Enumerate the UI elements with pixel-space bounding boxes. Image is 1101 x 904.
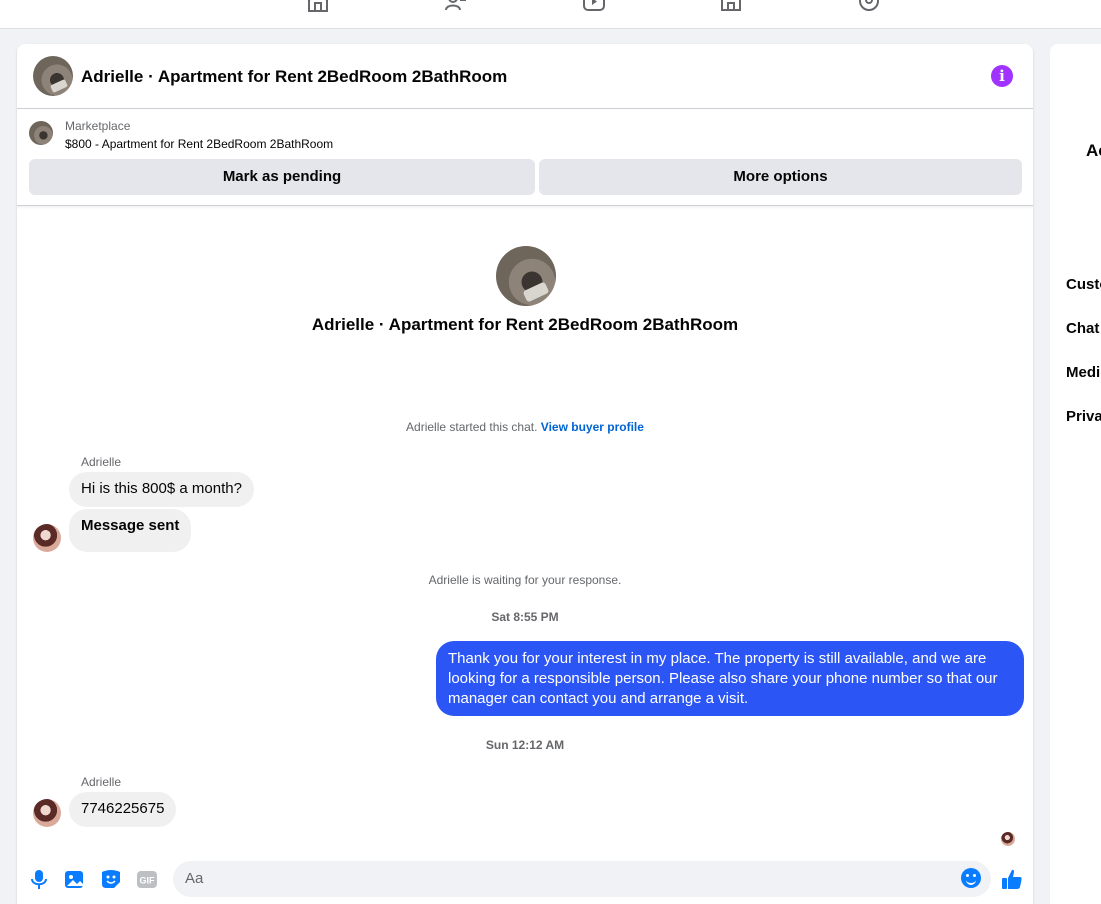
timestamp: Sat 8:55 PM — [491, 610, 559, 624]
friends-icon[interactable] — [444, 0, 468, 12]
marketplace-icon[interactable] — [719, 0, 743, 12]
read-receipt-avatar — [1001, 832, 1015, 846]
conversation-header: Adrielle · Apartment for Rent 2BedRoom 2… — [17, 44, 1033, 109]
sender-name: Adrielle — [81, 775, 122, 789]
groups-icon[interactable] — [857, 0, 881, 12]
emoji-icon[interactable] — [961, 868, 981, 888]
privacy-support-item[interactable]: Priva — [1066, 408, 1101, 425]
top-navigation — [0, 0, 1101, 29]
info-icon[interactable]: i — [991, 65, 1013, 87]
conversation-panel: Adrielle · Apartment for Rent 2BedRoom 2… — [17, 44, 1033, 904]
incoming-message[interactable]: Hi is this 800$ a month? — [69, 472, 254, 507]
chat-started-text: Adrielle started this chat. — [406, 420, 538, 434]
customize-chat-item[interactable]: Custo — [1066, 276, 1101, 293]
conversation-title[interactable]: Adrielle · Apartment for Rent 2BedRoom 2… — [81, 67, 507, 87]
home-icon[interactable] — [306, 0, 330, 12]
more-options-button[interactable]: More options — [539, 159, 1022, 195]
incoming-message[interactable]: 7746225675 — [69, 792, 177, 827]
svg-text:GIF: GIF — [140, 876, 156, 886]
sender-name: Adrielle — [81, 455, 122, 469]
video-icon[interactable] — [582, 0, 606, 12]
details-panel: Ac Custo Chat Medi Priva — [1050, 44, 1101, 904]
message-composer: GIF Aa — [17, 858, 1033, 904]
incoming-message[interactable]: Message sent — [69, 509, 192, 552]
message-input[interactable]: Aa — [173, 861, 991, 897]
marketplace-label: Marketplace — [65, 119, 131, 133]
media-files-item[interactable]: Medi — [1066, 364, 1100, 381]
profile-avatar[interactable] — [496, 246, 556, 306]
view-buyer-profile-link[interactable]: View buyer profile — [541, 420, 644, 434]
mark-as-pending-button[interactable]: Mark as pending — [29, 159, 535, 195]
waiting-notice: Adrielle is waiting for your response. — [428, 573, 622, 587]
marketplace-banner: Marketplace $800 - Apartment for Rent 2B… — [17, 109, 1033, 206]
profile-name: Adrielle · Apartment for Rent 2BedRoom 2… — [311, 315, 739, 334]
sender-avatar[interactable] — [33, 524, 61, 552]
details-title: Ac — [1086, 141, 1101, 160]
outgoing-message[interactable]: Thank you for your interest in my place.… — [436, 641, 1024, 716]
chat-started-notice: Adrielle started this chat. View buyer p… — [17, 420, 1033, 434]
listing-title[interactable]: $800 - Apartment for Rent 2BedRoom 2Bath… — [65, 137, 333, 151]
timestamp: Sun 12:12 AM — [485, 738, 565, 752]
sender-avatar[interactable] — [33, 799, 61, 827]
listing-thumbnail[interactable] — [29, 121, 53, 145]
chat-info-item[interactable]: Chat — [1066, 320, 1099, 337]
conversation-avatar[interactable] — [33, 56, 73, 96]
